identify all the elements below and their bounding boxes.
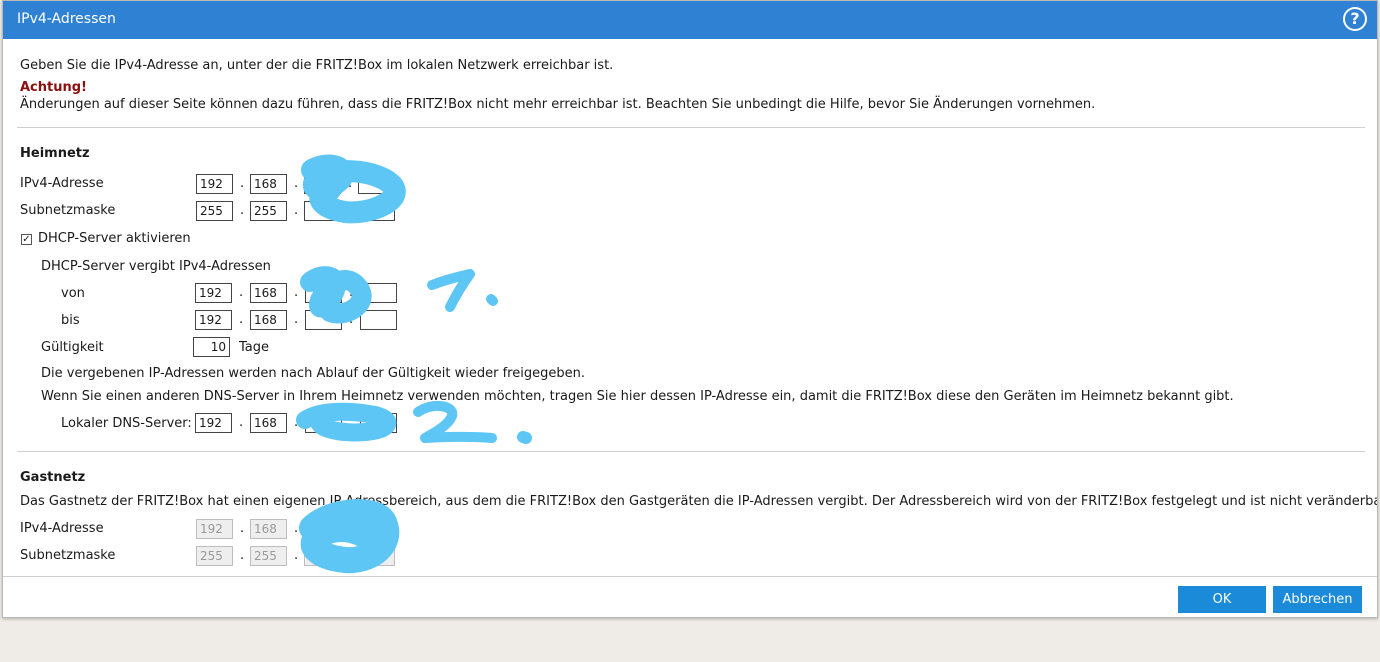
warning-text: Änderungen auf dieser Seite können dazu … xyxy=(20,97,1096,112)
gastnetz-ipv4-octet-4 xyxy=(358,519,395,539)
dhcp-info-text: Die vergebenen IP-Adressen werden nach A… xyxy=(41,366,585,381)
dns-octet-2[interactable]: 168 xyxy=(250,413,287,433)
intro-text: Geben Sie die IPv4-Adresse an, unter der… xyxy=(20,58,614,73)
gastnetz-subnet-octet-4 xyxy=(358,546,395,566)
ipv4-dialog: IPv4-Adressen ? Geben Sie die IPv4-Adres… xyxy=(2,0,1378,618)
dhcp-von-label: von xyxy=(61,286,85,301)
dhcp-server-checkbox[interactable]: ✓ xyxy=(21,234,32,245)
dhcp-von-octet-3[interactable] xyxy=(305,283,342,303)
dialog-content: Geben Sie die IPv4-Adresse an, unter der… xyxy=(3,39,1377,576)
dialog-title: IPv4-Adressen xyxy=(17,11,116,27)
dhcp-von-octet-1[interactable]: 192 xyxy=(195,283,232,303)
divider xyxy=(17,451,1365,452)
dns-octet-4[interactable] xyxy=(360,413,397,433)
dns-server-label: Lokaler DNS-Server: xyxy=(61,416,192,431)
dhcp-bis-label: bis xyxy=(61,313,80,328)
dns-octet-3[interactable] xyxy=(305,413,342,433)
dhcp-bis-octet-1[interactable]: 192 xyxy=(195,310,232,330)
heimnetz-ipv4-octet-2[interactable]: 168 xyxy=(250,174,287,194)
dialog-footer: OK Abbrechen xyxy=(3,576,1377,619)
heimnetz-subnet-octet-2[interactable]: 255 xyxy=(250,201,287,221)
dhcp-range-label: DHCP-Server vergibt IPv4-Adressen xyxy=(41,259,271,274)
dns-octet-1[interactable]: 192 xyxy=(195,413,232,433)
gastnetz-subnet-octet-1: 255 xyxy=(196,546,233,566)
dhcp-von-octet-4[interactable] xyxy=(360,283,397,303)
heimnetz-subnet-octet-1[interactable]: 255 xyxy=(196,201,233,221)
dhcp-server-checkbox-label[interactable]: DHCP-Server aktivieren xyxy=(38,231,191,247)
heimnetz-ipv4-octet-4[interactable] xyxy=(358,174,395,194)
heimnetz-subnet-octet-4[interactable] xyxy=(358,201,395,221)
cancel-button[interactable]: Abbrechen xyxy=(1273,586,1362,613)
dhcp-bis-octet-2[interactable]: 168 xyxy=(250,310,287,330)
gastnetz-subnet-octet-2: 255 xyxy=(250,546,287,566)
help-icon[interactable]: ? xyxy=(1343,7,1367,31)
dns-info-text: Wenn Sie einen anderen DNS-Server in Ihr… xyxy=(41,389,1234,404)
gastnetz-ipv4-octet-3 xyxy=(304,519,341,539)
validity-unit: Tage xyxy=(239,340,270,355)
dhcp-von-octet-2[interactable]: 168 xyxy=(250,283,287,303)
gastnetz-ipv4-label: IPv4-Adresse xyxy=(20,521,104,536)
gastnetz-subnet-octet-3 xyxy=(304,546,341,566)
heimnetz-ipv4-label: IPv4-Adresse xyxy=(20,176,104,191)
ok-button[interactable]: OK xyxy=(1178,586,1266,613)
heimnetz-ipv4-octet-3[interactable] xyxy=(304,174,341,194)
heimnetz-heading: Heimnetz xyxy=(20,146,90,161)
divider xyxy=(17,127,1365,128)
dhcp-bis-octet-4[interactable] xyxy=(360,310,397,330)
gastnetz-ipv4-octet-1: 192 xyxy=(196,519,233,539)
gastnetz-description: Das Gastnetz der FRITZ!Box hat einen eig… xyxy=(20,494,1377,509)
heimnetz-subnet-label: Subnetzmaske xyxy=(20,203,116,218)
validity-label: Gültigkeit xyxy=(41,340,104,355)
gastnetz-ipv4-octet-2: 168 xyxy=(250,519,287,539)
heimnetz-subnet-octet-3[interactable] xyxy=(304,201,341,221)
gastnetz-heading: Gastnetz xyxy=(20,470,86,485)
heimnetz-ipv4-octet-1[interactable]: 192 xyxy=(196,174,233,194)
dhcp-bis-octet-3[interactable] xyxy=(305,310,342,330)
dialog-titlebar: IPv4-Adressen ? xyxy=(3,1,1377,39)
validity-input[interactable]: 10 xyxy=(193,337,230,357)
warning-label: Achtung! xyxy=(20,80,87,95)
gastnetz-subnet-label: Subnetzmaske xyxy=(20,548,116,563)
